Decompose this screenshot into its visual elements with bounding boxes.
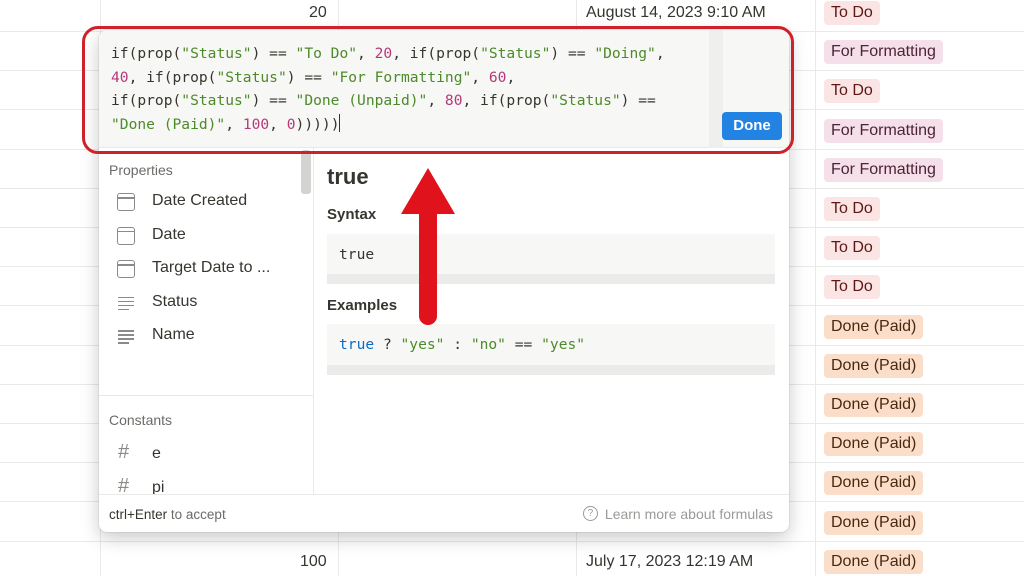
code-scrollbar	[327, 365, 775, 375]
status-badge[interactable]: To Do	[824, 1, 880, 25]
status-badge[interactable]: To Do	[824, 197, 880, 221]
formula-code[interactable]: if(prop("Status") == "To Do", 20, if(pro…	[111, 42, 711, 136]
list-scrollbar[interactable]	[301, 150, 311, 194]
constants-heading: Constants	[109, 412, 173, 428]
text-caret	[339, 113, 341, 132]
editor-scrollbar[interactable]	[709, 30, 723, 148]
row-divider	[0, 540, 1024, 542]
calendar-icon	[117, 260, 135, 278]
popup-footer: ctrl+Enter to accept ? Learn more about …	[99, 494, 789, 532]
code-scrollbar	[327, 274, 775, 284]
column-divider	[815, 0, 816, 576]
property-item-label: Date Created	[152, 192, 248, 209]
property-item-label: Name	[152, 326, 195, 343]
example-code-block: true ? "yes" : "no" == "yes"	[327, 324, 775, 375]
status-badge[interactable]: To Do	[824, 236, 880, 261]
syntax-code-block: true	[327, 234, 775, 284]
property-item-label: Status	[152, 292, 198, 310]
question-circle-icon: ?	[582, 506, 598, 521]
shortcut-key: ctrl+Enter	[109, 507, 168, 522]
hash-icon: #	[118, 474, 130, 495]
syntax-heading: Syntax	[327, 206, 377, 223]
formula-line: if(prop("Status") == "Done (Unpaid)", 80…	[111, 92, 656, 109]
property-item[interactable]: Status	[103, 287, 296, 319]
property-item[interactable]: Date Created	[103, 186, 296, 218]
date-cell: July 17, 2023 12:19 AM	[586, 553, 754, 570]
divider	[99, 395, 313, 396]
text-lines-icon	[117, 294, 135, 312]
documentation-pane: true Syntax true Examples true ? "yes" :…	[314, 148, 789, 494]
constant-item-label: e	[152, 445, 161, 462]
accept-hint-text: to accept	[167, 507, 226, 522]
property-item[interactable]: Target Date to ...	[103, 253, 296, 285]
accept-hint: ctrl+Enter to accept	[109, 507, 226, 522]
formula-line: if(prop("Status") == "To Do", 20, if(pro…	[111, 45, 665, 62]
property-item-label: Date	[152, 225, 186, 243]
examples-heading: Examples	[327, 297, 398, 314]
calendar-icon	[117, 226, 135, 245]
status-badge[interactable]: To Do	[824, 79, 880, 104]
status-badge[interactable]: To Do	[824, 275, 880, 300]
constant-item-label: pi	[152, 478, 165, 495]
formula-line: 40, if(prop("Status") == "For Formatting…	[111, 68, 516, 86]
hash-icon: #	[118, 441, 130, 463]
status-badge[interactable]: For Formatting	[824, 40, 943, 65]
status-badge[interactable]: Done (Paid)	[824, 549, 924, 574]
date-cell: August 14, 2023 9:10 AM	[586, 4, 766, 21]
constant-item[interactable]: # e	[103, 439, 296, 471]
status-badge[interactable]: For Formatting	[824, 118, 943, 143]
number-cell: 20	[309, 4, 327, 21]
property-item-label: Target Date to ...	[152, 259, 271, 276]
formula-line: "Done (Paid)", 100, 0)))))	[111, 113, 341, 133]
properties-heading: Properties	[109, 162, 173, 178]
done-button[interactable]: Done	[722, 112, 782, 140]
number-cell: 100	[300, 553, 327, 570]
arrow-shaft	[419, 205, 437, 325]
text-lines-icon	[117, 327, 135, 345]
example-code: true ? "yes" : "no" == "yes"	[339, 336, 586, 353]
formula-reference-list: Properties Date Created Date Target Date t…	[99, 148, 313, 494]
formula-editor-popup: if(prop("Status") == "To Do", 20, if(pro…	[99, 30, 789, 532]
status-badge[interactable]: For Formatting	[824, 157, 943, 182]
status-badge[interactable]: Done (Paid)	[824, 353, 924, 378]
property-item[interactable]: Date	[103, 220, 296, 252]
status-badge[interactable]: Done (Paid)	[824, 471, 924, 496]
doc-title: true	[327, 164, 369, 189]
status-badge[interactable]: Done (Paid)	[824, 393, 924, 417]
syntax-code: true	[339, 246, 375, 263]
status-badge[interactable]: Done (Paid)	[824, 432, 924, 457]
constant-item[interactable]: # pi	[103, 473, 296, 495]
status-badge[interactable]: Done (Paid)	[824, 510, 924, 535]
property-item[interactable]: Name	[103, 320, 296, 352]
learn-more-text[interactable]: Learn more about formulas	[605, 506, 773, 522]
formula-input-area[interactable]: if(prop("Status") == "To Do", 20, if(pro…	[99, 30, 789, 148]
learn-more-link[interactable]: ? Learn more about formulas	[582, 506, 773, 522]
calendar-icon	[117, 193, 135, 211]
status-badge[interactable]: Done (Paid)	[824, 314, 924, 339]
